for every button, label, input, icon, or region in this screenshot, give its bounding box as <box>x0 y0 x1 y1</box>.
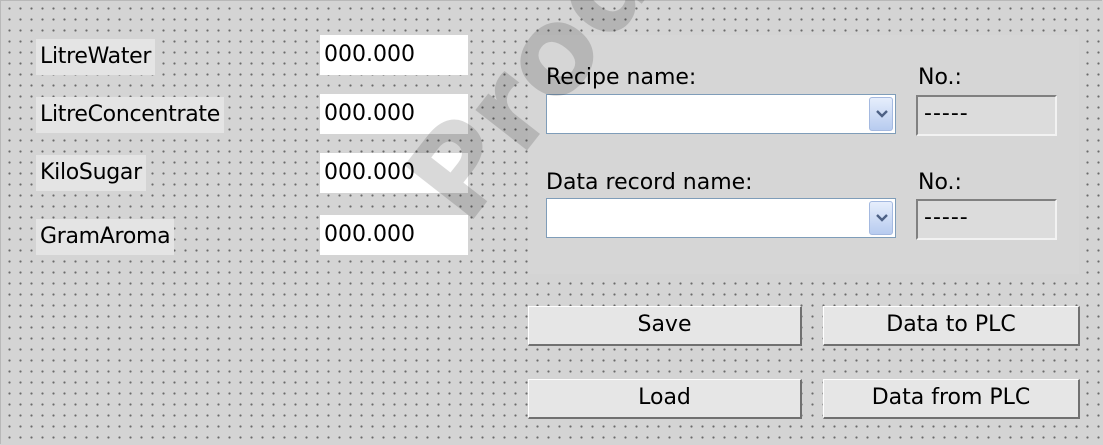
chevron-down-icon[interactable] <box>869 97 893 131</box>
data-record-number-field[interactable]: ----- <box>916 199 1057 240</box>
label-litre-concentrate: LitreConcentrate <box>36 97 224 133</box>
recipe-name-label: Recipe name: <box>546 65 697 90</box>
data-record-name-label: Data record name: <box>546 170 753 195</box>
field-litre-water[interactable]: 000.000 <box>320 35 468 75</box>
data-record-no-label: No.: <box>918 170 962 195</box>
field-kilo-sugar[interactable]: 000.000 <box>320 153 468 193</box>
label-litre-water: LitreWater <box>36 39 156 75</box>
load-button[interactable]: Load <box>528 379 802 419</box>
chevron-down-icon[interactable] <box>869 201 893 235</box>
recipe-number-field[interactable]: ----- <box>916 95 1057 136</box>
field-litre-concentrate[interactable]: 000.000 <box>320 94 468 134</box>
data-to-plc-button[interactable]: Data to PLC <box>823 306 1080 346</box>
label-gram-aroma: GramAroma <box>36 219 175 255</box>
recipe-name-combobox[interactable] <box>546 94 896 134</box>
recipe-no-label: No.: <box>918 65 962 90</box>
data-from-plc-button[interactable]: Data from PLC <box>823 379 1080 419</box>
data-record-name-combobox[interactable] <box>546 198 896 238</box>
field-gram-aroma[interactable]: 000.000 <box>320 215 468 255</box>
label-kilo-sugar: KiloSugar <box>36 155 146 191</box>
save-button[interactable]: Save <box>528 306 802 346</box>
